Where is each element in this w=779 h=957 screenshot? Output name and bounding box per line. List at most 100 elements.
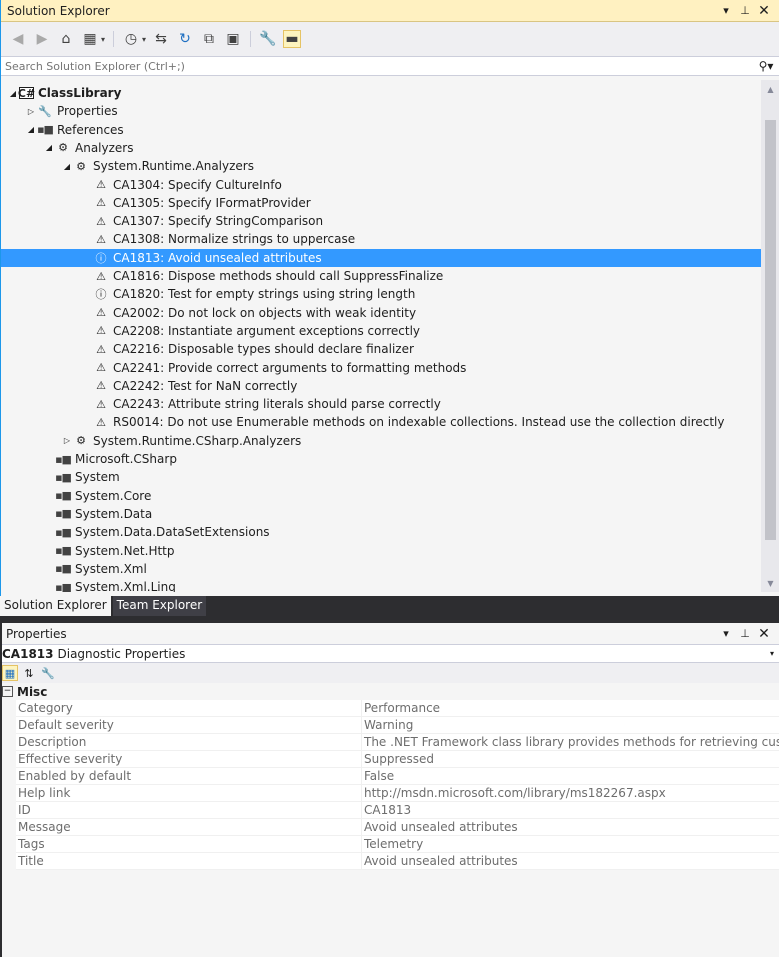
- property-value[interactable]: Suppressed: [362, 751, 779, 768]
- switch-views-dropdown-icon[interactable]: ▾: [101, 35, 105, 44]
- switch-views-icon[interactable]: ▦: [81, 30, 99, 48]
- tree-item[interactable]: ⚠ CA1304: Specify CultureInfo: [1, 176, 761, 194]
- reference-icon: ▪■: [55, 452, 72, 466]
- pending-changes-filter-icon[interactable]: ◷: [122, 30, 140, 48]
- close-icon[interactable]: ✕: [757, 626, 771, 642]
- tree-item[interactable]: ◢ ▪■ References: [1, 121, 761, 139]
- pin-icon[interactable]: ⊥: [738, 4, 752, 17]
- scroll-up-icon[interactable]: ▲: [761, 80, 779, 98]
- expanded-arrow-icon[interactable]: ◢: [61, 162, 73, 171]
- home-icon[interactable]: ⌂: [57, 30, 75, 48]
- collapsed-arrow-icon[interactable]: ▷: [61, 436, 73, 445]
- tree-item[interactable]: ⓘ CA1813: Avoid unsealed attributes: [1, 248, 761, 267]
- properties-wrench-icon[interactable]: 🔧: [259, 30, 277, 48]
- tree-item[interactable]: ⚠ CA2208: Instantiate argument exceptions…: [1, 322, 761, 340]
- tree-item[interactable]: ⚠ CA1307: Specify StringComparison: [1, 212, 761, 230]
- close-icon[interactable]: ✕: [757, 3, 771, 19]
- property-pages-icon[interactable]: 🔧: [40, 665, 56, 681]
- tree-item[interactable]: ⓘ CA1820: Test for empty strings using st…: [1, 285, 761, 303]
- properties-title: Properties: [6, 626, 67, 641]
- property-row[interactable]: Message Avoid unsealed attributes: [2, 818, 779, 836]
- tree-item-label: CA1308: Normalize strings to uppercase: [113, 232, 356, 247]
- property-row[interactable]: Enabled by default False: [2, 767, 779, 785]
- property-row[interactable]: Effective severity Suppressed: [2, 750, 779, 768]
- property-value[interactable]: The .NET Framework class library provide…: [362, 734, 779, 751]
- property-row[interactable]: ID CA1813: [2, 801, 779, 819]
- window-position-dropdown-icon[interactable]: ▾: [719, 4, 733, 17]
- tree-item[interactable]: ⚠ CA2216: Disposable types should declare…: [1, 340, 761, 358]
- tree-item[interactable]: ⚠ CA2243: Attribute string literals shoul…: [1, 395, 761, 413]
- property-value[interactable]: Avoid unsealed attributes: [362, 853, 779, 870]
- refresh-icon[interactable]: ↻: [176, 30, 194, 48]
- property-row[interactable]: Tags Telemetry: [2, 835, 779, 853]
- tree-item[interactable]: ▪■ System.Core: [1, 487, 761, 505]
- property-value[interactable]: Warning: [362, 717, 779, 734]
- tree-item[interactable]: ▪■ System.Data.DataSetExtensions: [1, 523, 761, 541]
- collapsed-arrow-icon[interactable]: ▷: [25, 107, 37, 116]
- pending-changes-dropdown-icon[interactable]: ▾: [142, 35, 146, 44]
- property-value[interactable]: Performance: [362, 700, 779, 717]
- tab-team-explorer[interactable]: Team Explorer: [112, 596, 207, 616]
- tree-item[interactable]: ▪■ System.Net.Http: [1, 542, 761, 560]
- categorized-icon[interactable]: ▦: [2, 665, 18, 681]
- property-value[interactable]: Telemetry: [362, 836, 779, 853]
- csharp-project-icon: C#: [17, 86, 36, 100]
- property-row[interactable]: Description The .NET Framework class libr…: [2, 733, 779, 751]
- collapse-icon[interactable]: −: [2, 686, 13, 697]
- tree-item[interactable]: ▪■ System.Xml: [1, 560, 761, 578]
- tree-item-label: CA2216: Disposable types should declare …: [113, 342, 414, 357]
- expanded-arrow-icon[interactable]: ◢: [25, 125, 37, 134]
- scroll-down-icon[interactable]: ▼: [761, 574, 779, 592]
- rule-warning-icon: ⚠: [96, 178, 106, 191]
- tree-item[interactable]: ▷ 🔧 Properties: [1, 102, 761, 120]
- tree-item[interactable]: ▪■ System.Data: [1, 505, 761, 523]
- alphabetical-icon[interactable]: ⇅: [21, 665, 37, 681]
- property-value[interactable]: Avoid unsealed attributes: [362, 819, 779, 836]
- tree-item[interactable]: ⚠ CA1816: Dispose methods should call Sup…: [1, 267, 761, 285]
- property-value[interactable]: False: [362, 768, 779, 785]
- tree-item[interactable]: ⚠ CA1305: Specify IFormatProvider: [1, 194, 761, 212]
- object-selector[interactable]: CA1813 Diagnostic Properties ▾: [2, 645, 779, 663]
- search-input[interactable]: [5, 59, 753, 73]
- category-misc[interactable]: − Misc: [2, 683, 779, 700]
- forward-icon[interactable]: ▶: [33, 30, 51, 48]
- expanded-arrow-icon[interactable]: ◢: [43, 143, 55, 152]
- tree-item[interactable]: ◢ ⚙ System.Runtime.Analyzers: [1, 157, 761, 175]
- preview-selected-items-icon[interactable]: ▬: [283, 30, 302, 48]
- vertical-scrollbar[interactable]: ▲ ▼: [761, 80, 779, 592]
- tree-item[interactable]: ▷ ⚙ System.Runtime.CSharp.Analyzers: [1, 432, 761, 450]
- tree-item[interactable]: ◢ C# ClassLibrary: [1, 84, 761, 102]
- tree-item[interactable]: ⚠ CA2242: Test for NaN correctly: [1, 377, 761, 395]
- pin-icon[interactable]: ⊥: [738, 627, 752, 640]
- property-value[interactable]: CA1813: [362, 802, 779, 819]
- sync-with-active-document-icon[interactable]: ⇆: [152, 30, 170, 48]
- back-icon[interactable]: ◀: [9, 30, 27, 48]
- tab-solution-explorer[interactable]: Solution Explorer: [0, 596, 111, 616]
- tree-item[interactable]: ⚠ CA2241: Provide correct arguments to fo…: [1, 359, 761, 377]
- tree-item[interactable]: ⚠ RS0014: Do not use Enumerable methods o…: [1, 413, 761, 431]
- property-name: Enabled by default: [16, 767, 362, 785]
- property-name: ID: [16, 801, 362, 819]
- property-row[interactable]: Title Avoid unsealed attributes: [2, 852, 779, 870]
- scrollbar-thumb[interactable]: [765, 120, 776, 540]
- tree-item[interactable]: ▪■ Microsoft.CSharp: [1, 450, 761, 468]
- rule-info-icon: ⓘ: [95, 251, 107, 265]
- property-row[interactable]: Default severity Warning: [2, 716, 779, 734]
- rule-warning-icon: ⚠: [96, 214, 106, 228]
- property-row[interactable]: Category Performance: [2, 699, 779, 717]
- tree-item[interactable]: ▪■ System: [1, 468, 761, 486]
- window-position-dropdown-icon[interactable]: ▾: [719, 627, 733, 640]
- collapse-all-icon[interactable]: ⧉: [200, 30, 218, 48]
- tree-item[interactable]: ⚠ CA2002: Do not lock on objects with wea…: [1, 304, 761, 322]
- tree-item[interactable]: ⚠ CA1308: Normalize strings to uppercase: [1, 230, 761, 248]
- show-all-files-icon[interactable]: ▣: [224, 30, 242, 48]
- tree-item-label: System.Runtime.CSharp.Analyzers: [93, 433, 302, 448]
- properties-window: Properties ▾ ⊥ ✕ CA1813 Diagnostic Prope…: [2, 623, 779, 957]
- property-value[interactable]: http://msdn.microsoft.com/library/ms1822…: [362, 785, 779, 802]
- chevron-down-icon[interactable]: ▾: [765, 649, 779, 658]
- search-icon[interactable]: ⚲▾: [753, 59, 779, 73]
- tree-item[interactable]: ◢ ⚙ Analyzers: [1, 139, 761, 157]
- tree-item[interactable]: ▪■ System.Xml.Linq: [1, 578, 761, 592]
- tree-item-label: CA1307: Specify StringComparison: [113, 214, 324, 229]
- property-row[interactable]: Help link http://msdn.microsoft.com/libra…: [2, 784, 779, 802]
